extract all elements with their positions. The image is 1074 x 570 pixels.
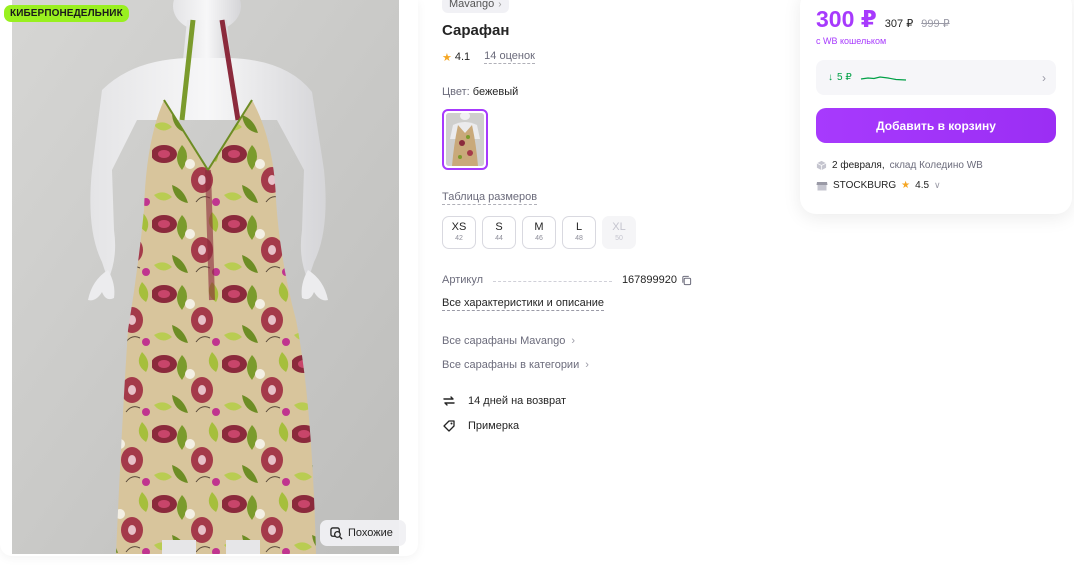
size-label: XL (612, 221, 626, 233)
chevron-down-icon: ∨ (934, 180, 941, 190)
brand-category-link[interactable]: Все сарафаны Mavango › (442, 335, 575, 347)
rating-value: 4.1 (454, 51, 471, 63)
similar-items-button[interactable]: Похожие (320, 520, 406, 546)
color-label-prefix: Цвет: (442, 86, 470, 98)
leader-dots (493, 280, 612, 282)
size-option-xl: XL 50 (602, 216, 636, 249)
size-option-m[interactable]: M 46 (522, 216, 556, 249)
price-row: 300 ₽ 307 ₽ 999 ₽ (816, 6, 950, 33)
dress-illustration (12, 0, 399, 554)
size-number: 42 (455, 235, 463, 242)
promo-badge: КИБЕРПОНЕДЕЛЬНИК (4, 5, 129, 22)
size-label: M (534, 221, 544, 233)
seller-info[interactable]: STOCKBURG ★ 4.5 ∨ (816, 180, 941, 191)
delivery-info: 2 февраля, склад Коледино WB (816, 160, 983, 171)
size-number: 44 (495, 235, 503, 242)
star-icon: ★ (442, 51, 452, 64)
try-on: Примерка (442, 419, 519, 433)
size-option-s[interactable]: S 44 (482, 216, 516, 249)
size-label: S (495, 221, 503, 233)
product-photo[interactable] (12, 0, 399, 554)
star-icon: ★ (901, 180, 911, 191)
chevron-right-icon: › (585, 359, 589, 371)
return-policy-label: 14 дней на возврат (468, 395, 566, 407)
size-selector: XS 42 S 44 M 46 L 48 XL 50 (442, 216, 636, 249)
regular-price: 307 ₽ (884, 18, 914, 30)
seller-name: STOCKBURG (833, 180, 897, 191)
category-label: Все сарафаны в категории (442, 359, 580, 371)
product-title: Сарафан (442, 22, 510, 39)
arrow-down-icon: ↓ (828, 72, 833, 83)
size-number: 50 (615, 235, 623, 242)
box-icon (816, 160, 827, 171)
swatch-thumbnail (446, 113, 484, 166)
article-row: Артикул 167899920 (442, 274, 692, 286)
chevron-right-icon: › (498, 0, 502, 10)
wallet-note: с WB кошельком (816, 36, 887, 46)
all-specs-link[interactable]: Все характеристики и описание (442, 297, 605, 311)
size-label: L (575, 221, 583, 233)
size-option-xs[interactable]: XS 42 (442, 216, 476, 249)
similar-search-icon (330, 526, 343, 540)
price-history-sparkline (860, 75, 906, 81)
article-value: 167899920 (621, 274, 677, 286)
copy-icon[interactable] (681, 275, 692, 286)
chevron-right-icon: › (1042, 70, 1046, 85)
brand-category-label: Все сарафаны Mavango (442, 335, 566, 347)
chevron-right-icon: › (571, 335, 575, 347)
color-label: Цвет: бежевый (442, 86, 518, 98)
delivery-date: 2 февраля, (832, 160, 885, 171)
crossed-price: 999 ₽ (921, 18, 950, 30)
price-history-button[interactable]: ↓ 5 ₽ › (816, 60, 1056, 95)
brand-name: Mavango (449, 0, 495, 10)
product-rating: ★ 4.1 14 оценок (442, 50, 535, 64)
color-value: бежевый (472, 86, 519, 98)
similar-items-label: Похожие (348, 527, 393, 539)
brand-link[interactable]: Mavango › (442, 0, 509, 13)
size-option-l[interactable]: L 48 (562, 216, 596, 249)
size-table-link[interactable]: Таблица размеров (442, 191, 538, 205)
price-card: 300 ₽ 307 ₽ 999 ₽ с WB кошельком ↓ 5 ₽ ›… (800, 0, 1072, 214)
seller-rating: 4.5 (915, 180, 930, 191)
price-drop-value: 5 ₽ (837, 72, 852, 83)
return-policy: 14 дней на возврат (442, 394, 566, 408)
wallet-price: 300 ₽ (816, 6, 877, 32)
size-number: 46 (535, 235, 543, 242)
store-icon (816, 181, 828, 190)
color-swatch-selected[interactable] (442, 109, 488, 170)
article-label: Артикул (442, 274, 484, 286)
category-link[interactable]: Все сарафаны в категории › (442, 359, 589, 371)
reviews-link[interactable]: 14 оценок (484, 50, 535, 64)
add-to-cart-button[interactable]: Добавить в корзину (816, 108, 1056, 143)
try-on-label: Примерка (468, 420, 520, 432)
return-arrows-icon (443, 396, 455, 406)
tag-icon (443, 420, 455, 432)
size-number: 48 (575, 235, 583, 242)
size-label: XS (451, 221, 467, 233)
product-gallery: КИБЕРПОНЕДЕЛЬНИК Похожие (0, 0, 418, 556)
delivery-warehouse: склад Коледино WB (889, 160, 983, 171)
